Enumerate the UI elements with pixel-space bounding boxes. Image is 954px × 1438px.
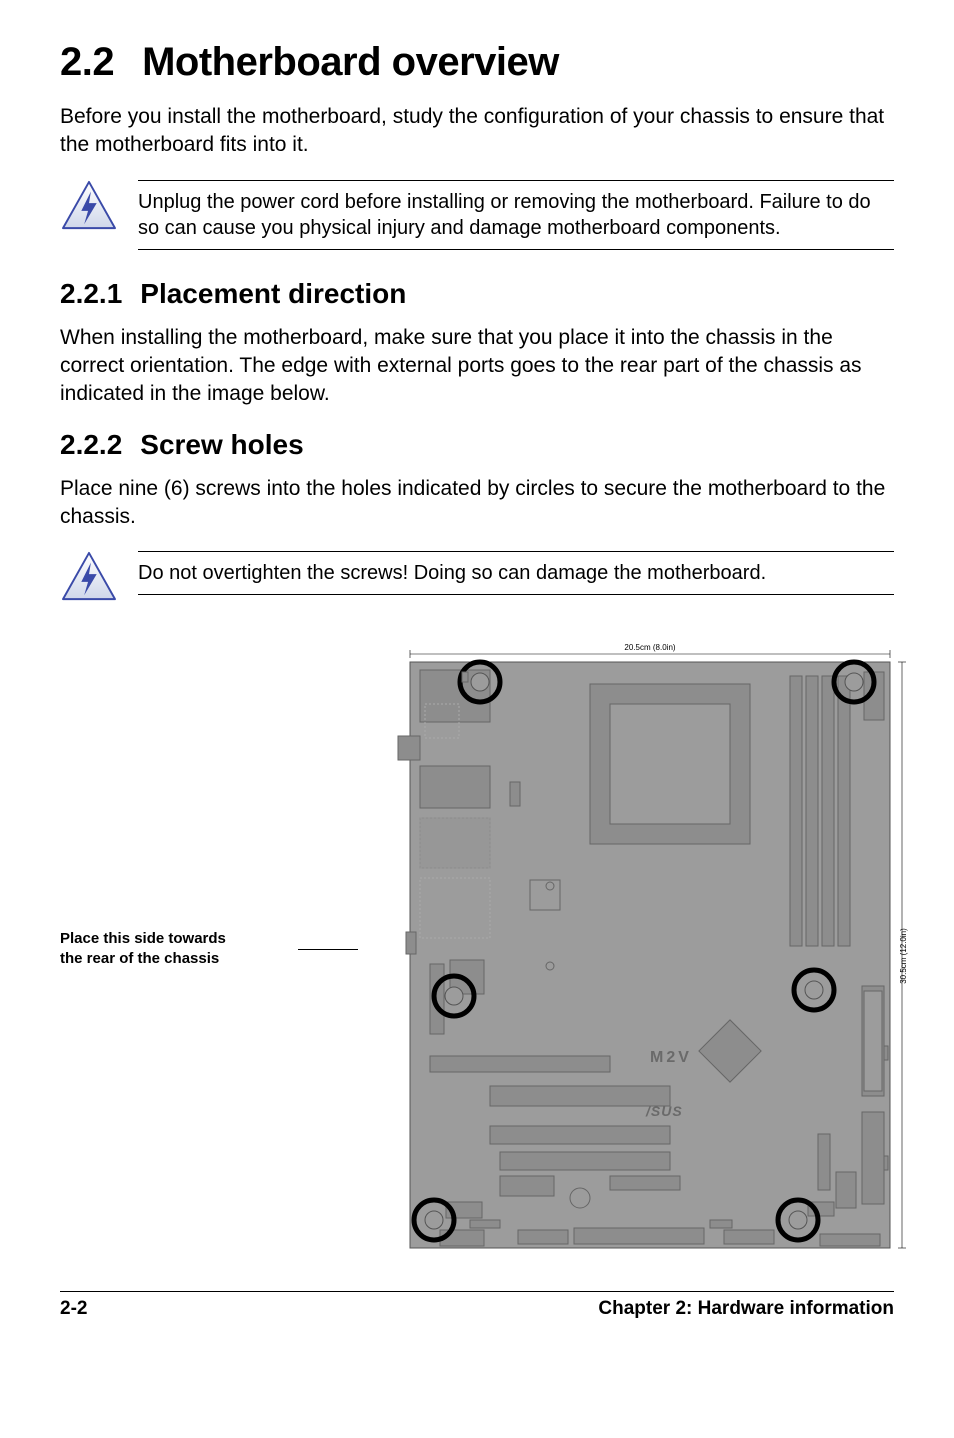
section-2-heading: 2.2.2 Screw holes [60, 429, 894, 461]
section-1-title: Placement direction [140, 278, 406, 309]
footer-page-number: 2-2 [60, 1298, 87, 1320]
motherboard-figure: Place this side towards the rear of the … [60, 636, 894, 1261]
board-model-label: M2V [650, 1049, 692, 1066]
footer-chapter-title: Chapter 2: Hardware information [598, 1298, 894, 1320]
warning-text-2: Do not overtighten the screws! Doing so … [138, 551, 894, 595]
warning-callout-2: Do not overtighten the screws! Doing so … [60, 551, 894, 608]
dim-top-label: 20.5cm (8.0in) [624, 643, 675, 652]
section-2-body: Place nine (6) screws into the holes ind… [60, 475, 894, 532]
caution-icon [60, 551, 138, 608]
main-heading-number: 2.2 [60, 40, 114, 84]
section-2-number: 2.2.2 [60, 429, 122, 460]
motherboard-diagram: 20.5cm (8.0in) 30.5cm (12.0in) [350, 636, 910, 1261]
board-brand-label: /SUS [645, 1103, 683, 1119]
caution-icon [60, 180, 138, 237]
section-2-title: Screw holes [140, 429, 303, 460]
warning-text-1: Unplug the power cord before installing … [138, 180, 894, 250]
main-heading-text: Motherboard overview [142, 40, 559, 84]
intro-paragraph: Before you install the motherboard, stud… [60, 103, 894, 160]
figure-caption-line1: Place this side towards [60, 930, 226, 947]
section-1-heading: 2.2.1 Placement direction [60, 278, 894, 310]
page-footer: 2-2 Chapter 2: Hardware information [60, 1291, 894, 1320]
warning-callout-1: Unplug the power cord before installing … [60, 180, 894, 250]
page-container: 2.2 Motherboard overview Before you insta… [0, 0, 954, 1350]
dim-right-label: 30.5cm (12.0in) [899, 928, 908, 984]
figure-caption-line2: the rear of the chassis [60, 950, 219, 967]
main-heading: 2.2 Motherboard overview [60, 40, 894, 85]
section-1-number: 2.2.1 [60, 278, 122, 309]
caption-leader-line [298, 949, 358, 950]
section-1-body: When installing the motherboard, make su… [60, 324, 894, 409]
figure-caption: Place this side towards the rear of the … [60, 929, 350, 970]
